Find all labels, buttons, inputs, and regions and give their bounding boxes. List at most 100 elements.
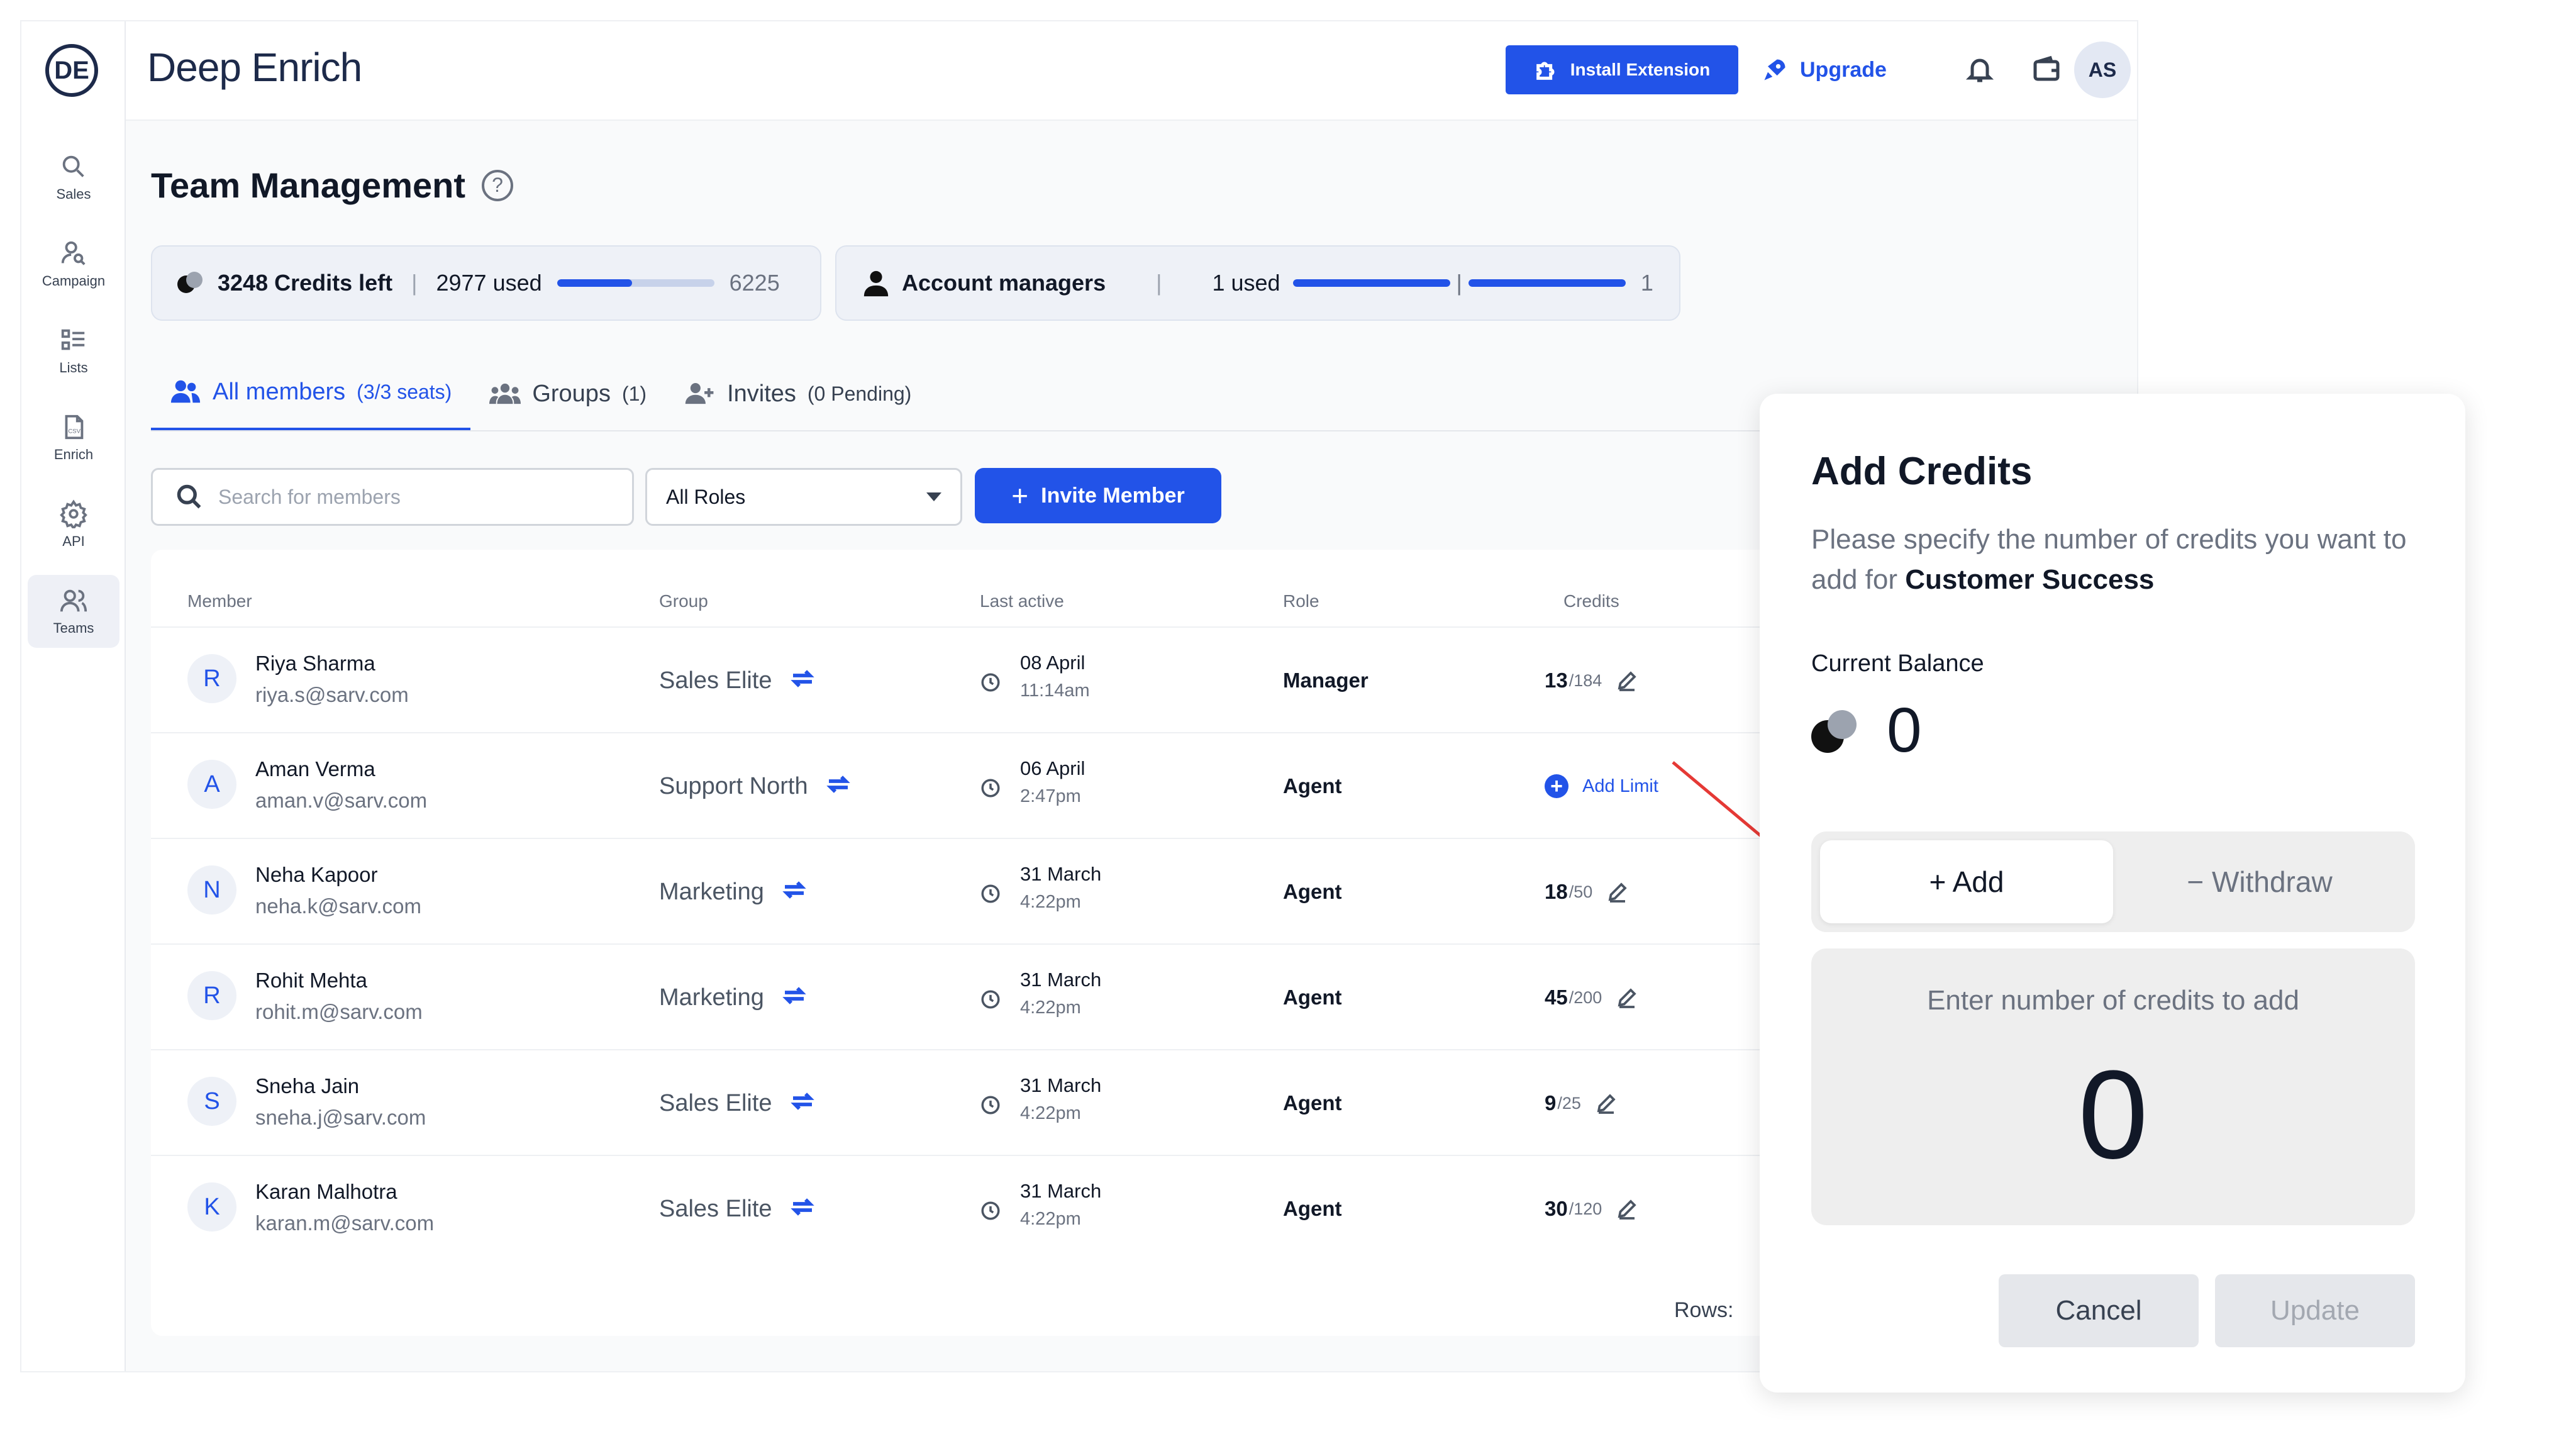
credits-input-placeholder: Enter number of credits to add [1927, 985, 2299, 1016]
credits-cell: 45/200 [1545, 945, 1638, 1050]
cancel-button[interactable]: Cancel [1999, 1274, 2199, 1347]
managers-used-bar [1292, 279, 1450, 287]
add-limit-label: Add Limit [1582, 776, 1658, 796]
edit-icon[interactable] [1616, 669, 1638, 692]
edit-icon[interactable] [1616, 986, 1638, 1009]
sidebar-item-campaign[interactable]: Campaign [28, 228, 119, 301]
change-group-button[interactable] [782, 879, 807, 906]
swap-icon [790, 1092, 814, 1110]
roles-dropdown[interactable]: All Roles [645, 468, 962, 526]
member-search[interactable] [151, 468, 634, 526]
withdraw-toggle-button[interactable]: − Withdraw [2113, 840, 2406, 923]
table-row[interactable]: S Sneha Jain sneha.j@sarv.com Sales Elite 31… [151, 1049, 1786, 1155]
credits-limit-value: /50 [1568, 882, 1593, 901]
brand-logo[interactable]: DE [45, 44, 98, 97]
column-header-role[interactable]: Role [1283, 591, 1319, 611]
sidebar-item-api[interactable]: API [28, 488, 119, 561]
group-cell: Sales Elite [659, 1156, 815, 1262]
update-button[interactable]: Update [2215, 1274, 2415, 1347]
clock-icon [981, 779, 1000, 798]
swap-icon [790, 669, 814, 687]
upgrade-label: Upgrade [1800, 57, 1887, 82]
last-active-date: 31 March [1020, 1180, 1102, 1202]
tab-label: All members [213, 378, 346, 405]
add-withdraw-toggle: + Add − Withdraw [1811, 831, 2415, 932]
upgrade-button[interactable]: Upgrade [1761, 45, 1887, 94]
credits-total: 6225 [729, 270, 780, 296]
screen: DE Sales Campaign Lists CSV Enrich API T… [0, 0, 2576, 1429]
tab-groups[interactable]: Groups (1) [470, 356, 665, 431]
tab-invites[interactable]: Invites (0 Pending) [665, 356, 930, 431]
clock-icon [981, 673, 1000, 692]
member-email: rohit.m@sarv.com [255, 1000, 423, 1023]
install-extension-label: Install Extension [1570, 60, 1711, 79]
group-name: Marketing [659, 878, 764, 905]
user-icon [863, 270, 889, 297]
roles-selected: All Roles [666, 485, 746, 508]
last-active-time: 2:47pm [1020, 786, 1081, 806]
notification-button[interactable] [1965, 54, 1995, 84]
sidebar-item-sales[interactable]: Sales [28, 141, 119, 214]
install-extension-button[interactable]: Install Extension [1506, 45, 1738, 94]
sidebar-item-teams[interactable]: Teams [28, 575, 119, 648]
group-cell: Marketing [659, 945, 807, 1050]
member-role: Agent [1283, 880, 1342, 903]
balance-label: Current Balance [1811, 650, 1984, 677]
sidebar-item-label: Campaign [42, 273, 106, 289]
table-row[interactable]: A Aman Verma aman.v@sarv.com Support North 0… [151, 732, 1786, 838]
search-input[interactable] [218, 485, 570, 509]
wallet-button[interactable] [2031, 54, 2062, 84]
table-row[interactable]: R Rohit Mehta rohit.m@sarv.com Marketing 31 … [151, 943, 1786, 1049]
managers-total-bar [1468, 279, 1626, 287]
credits-used-value: 13 [1545, 669, 1568, 692]
puzzle-icon [1536, 62, 1555, 80]
credits-used-value: 30 [1545, 1197, 1568, 1220]
column-header-group[interactable]: Group [659, 591, 708, 611]
last-active-time: 4:22pm [1020, 1103, 1081, 1123]
modal-description: Please specify the number of credits you… [1811, 520, 2428, 600]
edit-icon[interactable] [1606, 881, 1629, 903]
sidebar-item-lists[interactable]: Lists [28, 314, 119, 387]
divider: | [1156, 270, 1162, 296]
credits-progress-bar [557, 279, 714, 287]
column-header-last-active[interactable]: Last active [980, 591, 1064, 611]
coins-icon [177, 270, 205, 296]
credits-amount-input[interactable]: Enter number of credits to add 0 [1811, 948, 2415, 1225]
tab-all-members[interactable]: All members (3/3 seats) [151, 356, 471, 431]
groups-icon [489, 383, 521, 404]
help-icon[interactable]: ? [481, 169, 513, 201]
add-limit-button[interactable]: + Add Limit [1545, 733, 1658, 839]
csv-file-icon: CSV [65, 414, 84, 440]
column-header-member[interactable]: Member [187, 591, 252, 611]
tab-count: (3/3 seats) [357, 380, 452, 403]
last-active-time: 4:22pm [1020, 892, 1081, 912]
table-row[interactable]: N Neha Kapoor neha.k@sarv.com Marketing 31 M… [151, 838, 1786, 943]
member-avatar: A [187, 760, 236, 809]
user-search-icon [61, 241, 86, 265]
sidebar: DE Sales Campaign Lists CSV Enrich API T… [21, 21, 126, 1371]
change-group-button[interactable] [826, 773, 851, 800]
credits-limit-value: /25 [1557, 1093, 1581, 1113]
sidebar-item-label: Lists [59, 360, 88, 375]
sidebar-item-enrich[interactable]: CSV Enrich [28, 401, 119, 474]
swap-icon [782, 986, 806, 1004]
sidebar-item-label: Enrich [53, 447, 94, 462]
credits-input-value[interactable]: 0 [1811, 1043, 2415, 1187]
change-group-button[interactable] [782, 984, 807, 1011]
change-group-button[interactable] [790, 1196, 815, 1223]
divider: | [1456, 270, 1462, 296]
edit-icon[interactable] [1616, 1198, 1638, 1220]
edit-icon[interactable] [1595, 1092, 1618, 1115]
add-toggle-button[interactable]: + Add [1820, 840, 2113, 923]
invite-member-button[interactable]: + Invite Member [975, 468, 1221, 523]
change-group-button[interactable] [790, 1090, 815, 1117]
credits-cell: 30/120 [1545, 1156, 1638, 1262]
change-group-button[interactable] [790, 667, 815, 694]
member-email: aman.v@sarv.com [255, 789, 428, 812]
plus-icon: + [1011, 479, 1029, 512]
user-avatar[interactable]: AS [2074, 42, 2131, 98]
column-header-credits[interactable]: Credits [1563, 591, 1619, 611]
table-row[interactable]: R Riya Sharma riya.s@sarv.com Sales Elite 08… [151, 626, 1786, 732]
table-row[interactable]: K Karan Malhotra karan.m@sarv.com Sales Eli… [151, 1155, 1786, 1260]
member-name: Sneha Jain [255, 1074, 360, 1098]
